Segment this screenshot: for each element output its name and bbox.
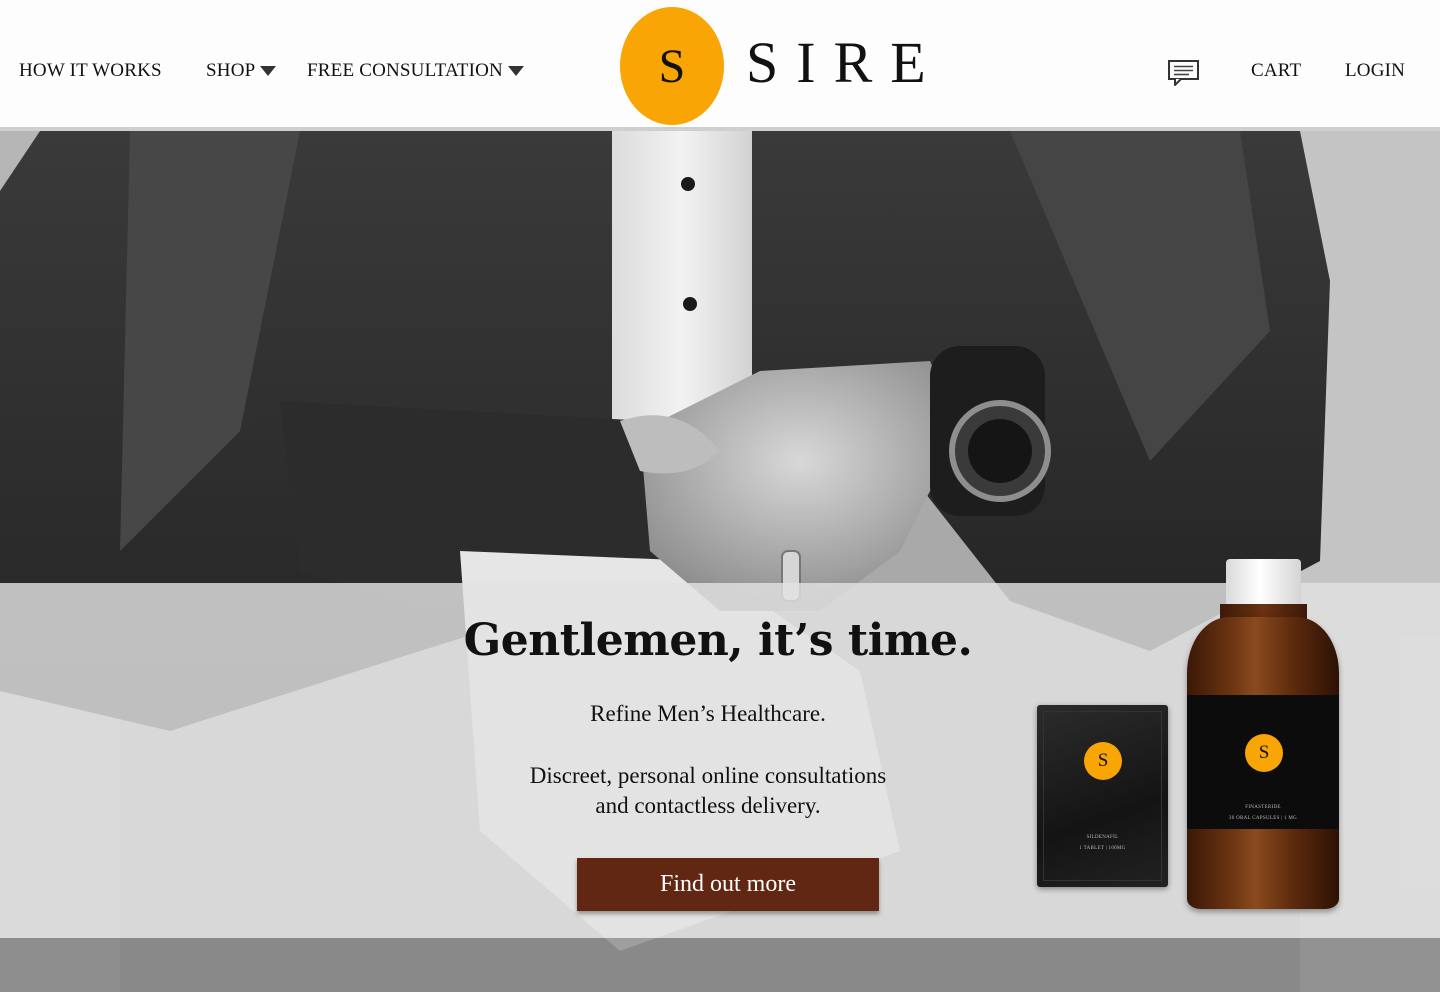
product-bottle-cap bbox=[1226, 559, 1301, 607]
find-out-more-button[interactable]: Find out more bbox=[577, 858, 879, 911]
nav-login-label: LOGIN bbox=[1345, 60, 1406, 81]
nav-how-it-works-label: HOW IT WORKS bbox=[19, 60, 162, 81]
logo-wordmark[interactable]: SIRE bbox=[746, 34, 944, 92]
nav-shop[interactable]: SHOP bbox=[206, 60, 277, 82]
logo-mark-letter: S bbox=[658, 39, 686, 93]
sachet-logo: S bbox=[1084, 742, 1122, 780]
logo-mark[interactable]: S bbox=[620, 7, 724, 125]
product-sachet: S SILDENAFIL 1 TABLET | 100MG bbox=[1037, 705, 1168, 887]
bottle-label-line-2: 30 ORAL CAPSULES | 1 MG bbox=[1228, 816, 1298, 821]
bottle-label-line-1: FINASTERIDE bbox=[1245, 805, 1281, 810]
nav-free-consultation[interactable]: FREE CONSULTATION bbox=[307, 60, 524, 82]
hero-bottom-strip bbox=[0, 938, 1440, 992]
nav-how-it-works[interactable]: HOW IT WORKS bbox=[19, 60, 162, 82]
sachet-label-line-1: SILDENAFIL bbox=[1086, 835, 1119, 840]
nav-cart[interactable]: CART bbox=[1251, 60, 1301, 82]
nav-login[interactable]: LOGIN bbox=[1345, 60, 1405, 82]
caret-down-icon bbox=[507, 66, 524, 76]
sachet-label-line-2: 1 TABLET | 100MG bbox=[1079, 846, 1126, 851]
bottle-logo: S bbox=[1245, 734, 1283, 772]
nav-cart-label: CART bbox=[1251, 60, 1302, 81]
site-header: HOW IT WORKS SHOP FREE CONSULTATION S SI… bbox=[0, 0, 1440, 131]
caret-down-icon bbox=[260, 66, 277, 76]
nav-shop-label: SHOP bbox=[206, 60, 256, 81]
nav-free-consultation-label: FREE CONSULTATION bbox=[307, 60, 503, 81]
product-bottle-label: S FINASTERIDE 30 ORAL CAPSULES | 1 MG bbox=[1187, 695, 1339, 829]
hero-section: Gentlemen, it’s time. Refine Men’s Healt… bbox=[0, 131, 1440, 992]
chat-bubble-icon[interactable] bbox=[1167, 58, 1201, 88]
